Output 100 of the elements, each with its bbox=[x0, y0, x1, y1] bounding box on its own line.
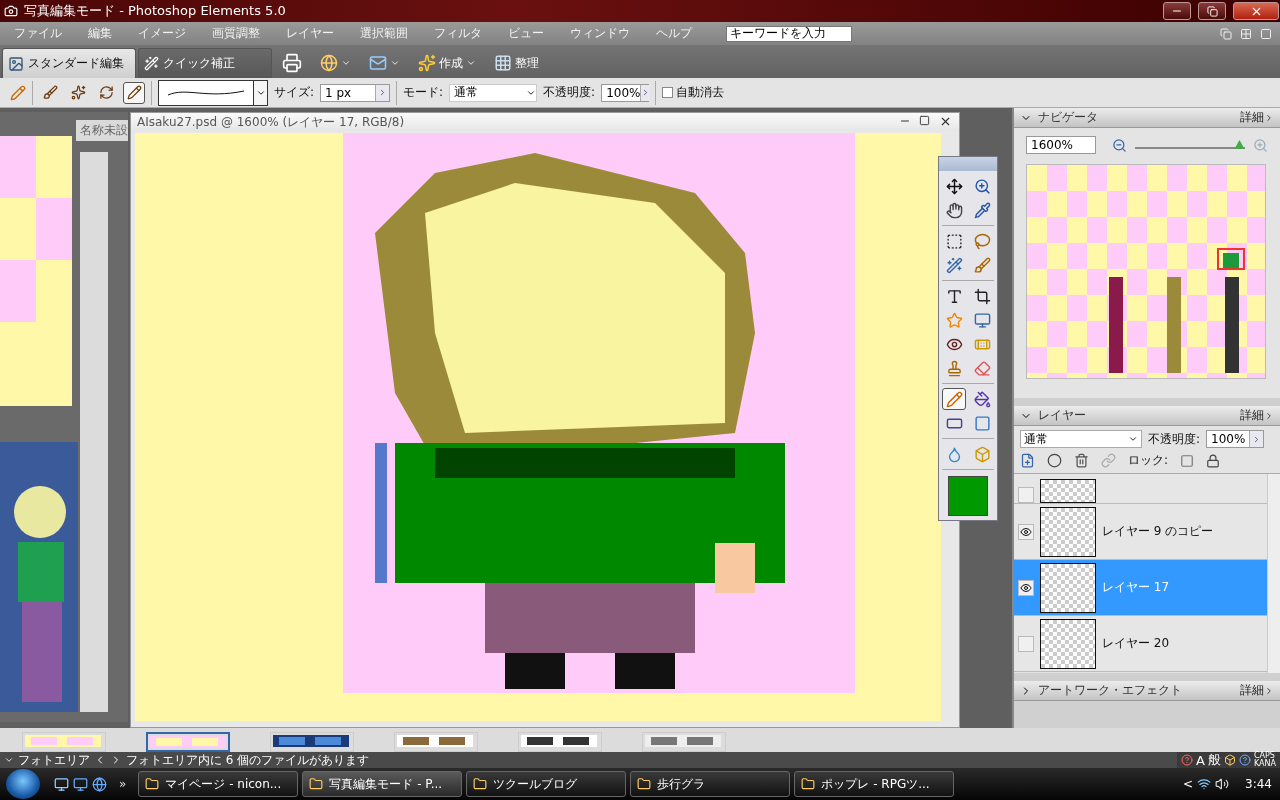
input-mode-text[interactable]: A bbox=[1196, 752, 1205, 768]
lock-icon[interactable] bbox=[1206, 453, 1221, 468]
minimize-button[interactable] bbox=[1163, 2, 1191, 20]
box-icon[interactable] bbox=[1223, 754, 1236, 766]
camera-icon bbox=[4, 4, 18, 18]
restore-button[interactable] bbox=[1198, 2, 1226, 20]
folder-icon bbox=[309, 777, 324, 791]
star-icon bbox=[945, 311, 963, 329]
mode-dropdown[interactable]: 通常 bbox=[449, 83, 538, 102]
zoom-icon bbox=[973, 177, 991, 195]
dictionary-text[interactable]: 般 bbox=[1207, 751, 1221, 769]
foreground-color-swatch[interactable] bbox=[948, 476, 988, 516]
monitor-icon[interactable] bbox=[73, 776, 88, 792]
taskbar-button[interactable]: ツクールブログ bbox=[466, 771, 627, 797]
zoom-field[interactable]: 1600% bbox=[1026, 136, 1096, 154]
tool-button[interactable] bbox=[123, 81, 145, 104]
visibility-toggle[interactable] bbox=[1018, 579, 1034, 596]
folder-icon bbox=[473, 777, 488, 791]
photo-bin-label[interactable]: フォトエリア bbox=[18, 751, 90, 769]
zoom-out-icon[interactable] bbox=[1112, 137, 1127, 153]
opacity-label: 不透明度: bbox=[1148, 430, 1201, 448]
help-icon[interactable] bbox=[1238, 754, 1251, 766]
stepper-button[interactable] bbox=[1249, 431, 1264, 447]
monitor-icon bbox=[973, 311, 991, 329]
new-layer-icon[interactable] bbox=[1020, 453, 1035, 468]
tool-button[interactable] bbox=[942, 388, 966, 410]
text-icon bbox=[945, 287, 963, 305]
view-box[interactable] bbox=[1217, 248, 1245, 270]
volume-icon[interactable] bbox=[1215, 777, 1230, 791]
help-icon[interactable] bbox=[1181, 754, 1194, 766]
folder-icon bbox=[145, 777, 160, 791]
lock-transparency-icon[interactable] bbox=[1180, 453, 1195, 468]
size-label: サイズ: bbox=[274, 84, 315, 101]
printer-icon bbox=[282, 53, 302, 73]
brush-dropdown[interactable] bbox=[254, 79, 268, 106]
visibility-toggle[interactable] bbox=[1018, 635, 1034, 652]
restore-icon bbox=[1206, 5, 1218, 17]
pencil-icon bbox=[945, 390, 963, 408]
square-icon[interactable] bbox=[1260, 27, 1272, 40]
start-button[interactable] bbox=[6, 769, 40, 799]
slider-thumb[interactable] bbox=[1234, 140, 1245, 149]
box-icon bbox=[973, 445, 991, 463]
window-title: 写真編集モード - Photoshop Elements 5.0 bbox=[24, 2, 287, 20]
stepper-button[interactable] bbox=[375, 84, 390, 101]
scrollbar[interactable] bbox=[1267, 474, 1280, 673]
taskbar-button[interactable]: マイページ - nicon... bbox=[138, 771, 299, 797]
layer-row[interactable] bbox=[1014, 474, 1267, 504]
status-text: フォトエリア内に 6 個のファイルがあります bbox=[126, 751, 370, 769]
more-button[interactable]: 詳細 bbox=[1240, 407, 1274, 424]
more-button[interactable]: 詳細 bbox=[1240, 109, 1274, 126]
layer-thumbnail bbox=[1040, 562, 1096, 613]
layer-row[interactable]: レイヤー 20 bbox=[1014, 616, 1267, 672]
close-icon bbox=[939, 115, 952, 128]
visibility-toggle[interactable] bbox=[1018, 487, 1034, 503]
overflow-text[interactable]: » bbox=[119, 777, 127, 791]
image-icon bbox=[8, 55, 24, 72]
opacity-field[interactable]: 100% bbox=[1206, 430, 1265, 448]
layer-name: レイヤー 17 bbox=[1102, 579, 1170, 596]
search-field[interactable]: キーワードを入力 bbox=[726, 25, 852, 42]
panel-title: レイヤー bbox=[1038, 407, 1087, 424]
monitor-icon[interactable] bbox=[54, 776, 69, 792]
tray-expand[interactable]: < bbox=[1183, 777, 1194, 791]
mode-tab[interactable]: クイック補正 bbox=[138, 48, 272, 78]
grid-icon[interactable] bbox=[1240, 27, 1252, 40]
toolbox-header bbox=[939, 157, 997, 171]
globe-icon[interactable] bbox=[92, 776, 107, 792]
organize-button[interactable]: 整理 bbox=[486, 48, 547, 78]
caret-icon bbox=[341, 58, 351, 68]
stepper-button[interactable] bbox=[640, 84, 651, 101]
cascade-icon[interactable] bbox=[1220, 27, 1232, 40]
visibility-toggle[interactable] bbox=[1018, 523, 1034, 540]
eraser-icon bbox=[973, 359, 991, 377]
create-button[interactable]: 作成 bbox=[410, 48, 484, 78]
circle-icon[interactable] bbox=[1047, 453, 1062, 468]
clock[interactable]: 3:44 bbox=[1245, 777, 1272, 791]
taskbar-button[interactable]: 歩行グラ bbox=[630, 771, 791, 797]
pencil-icon bbox=[126, 85, 142, 100]
layer-row[interactable]: レイヤー 9 のコピー bbox=[1014, 504, 1267, 560]
eyedropper-icon bbox=[973, 201, 991, 219]
network-icon[interactable] bbox=[1197, 777, 1212, 791]
crop-icon bbox=[973, 287, 991, 305]
trash-icon[interactable] bbox=[1074, 453, 1089, 468]
kana-indicator: KANA bbox=[1253, 760, 1276, 768]
brush-icon bbox=[42, 85, 58, 100]
auto-erase-label: 自動消去 bbox=[676, 84, 725, 101]
opacity-label: 不透明度: bbox=[543, 84, 596, 101]
auto-erase-checkbox[interactable] bbox=[662, 87, 674, 98]
grid-icon bbox=[494, 54, 512, 72]
brush-preview[interactable] bbox=[158, 79, 254, 106]
collapse-icon[interactable] bbox=[4, 755, 14, 765]
mode-tab[interactable]: スタンダード編集 bbox=[2, 48, 136, 78]
more-button[interactable]: 詳細 bbox=[1240, 682, 1274, 699]
marquee-icon bbox=[945, 232, 963, 250]
opacity-field[interactable]: 100% bbox=[601, 83, 650, 102]
panel-title: ナビゲータ bbox=[1038, 109, 1099, 126]
taskbar-button[interactable]: 写真編集モード - P... bbox=[302, 771, 463, 797]
mode-label: モード: bbox=[403, 84, 444, 101]
blend-mode-dropdown[interactable]: 通常 bbox=[1020, 430, 1142, 448]
size-field[interactable]: 1 px bbox=[320, 83, 391, 102]
taskbar-button[interactable]: ポップレ - RPGツ... bbox=[794, 771, 955, 797]
